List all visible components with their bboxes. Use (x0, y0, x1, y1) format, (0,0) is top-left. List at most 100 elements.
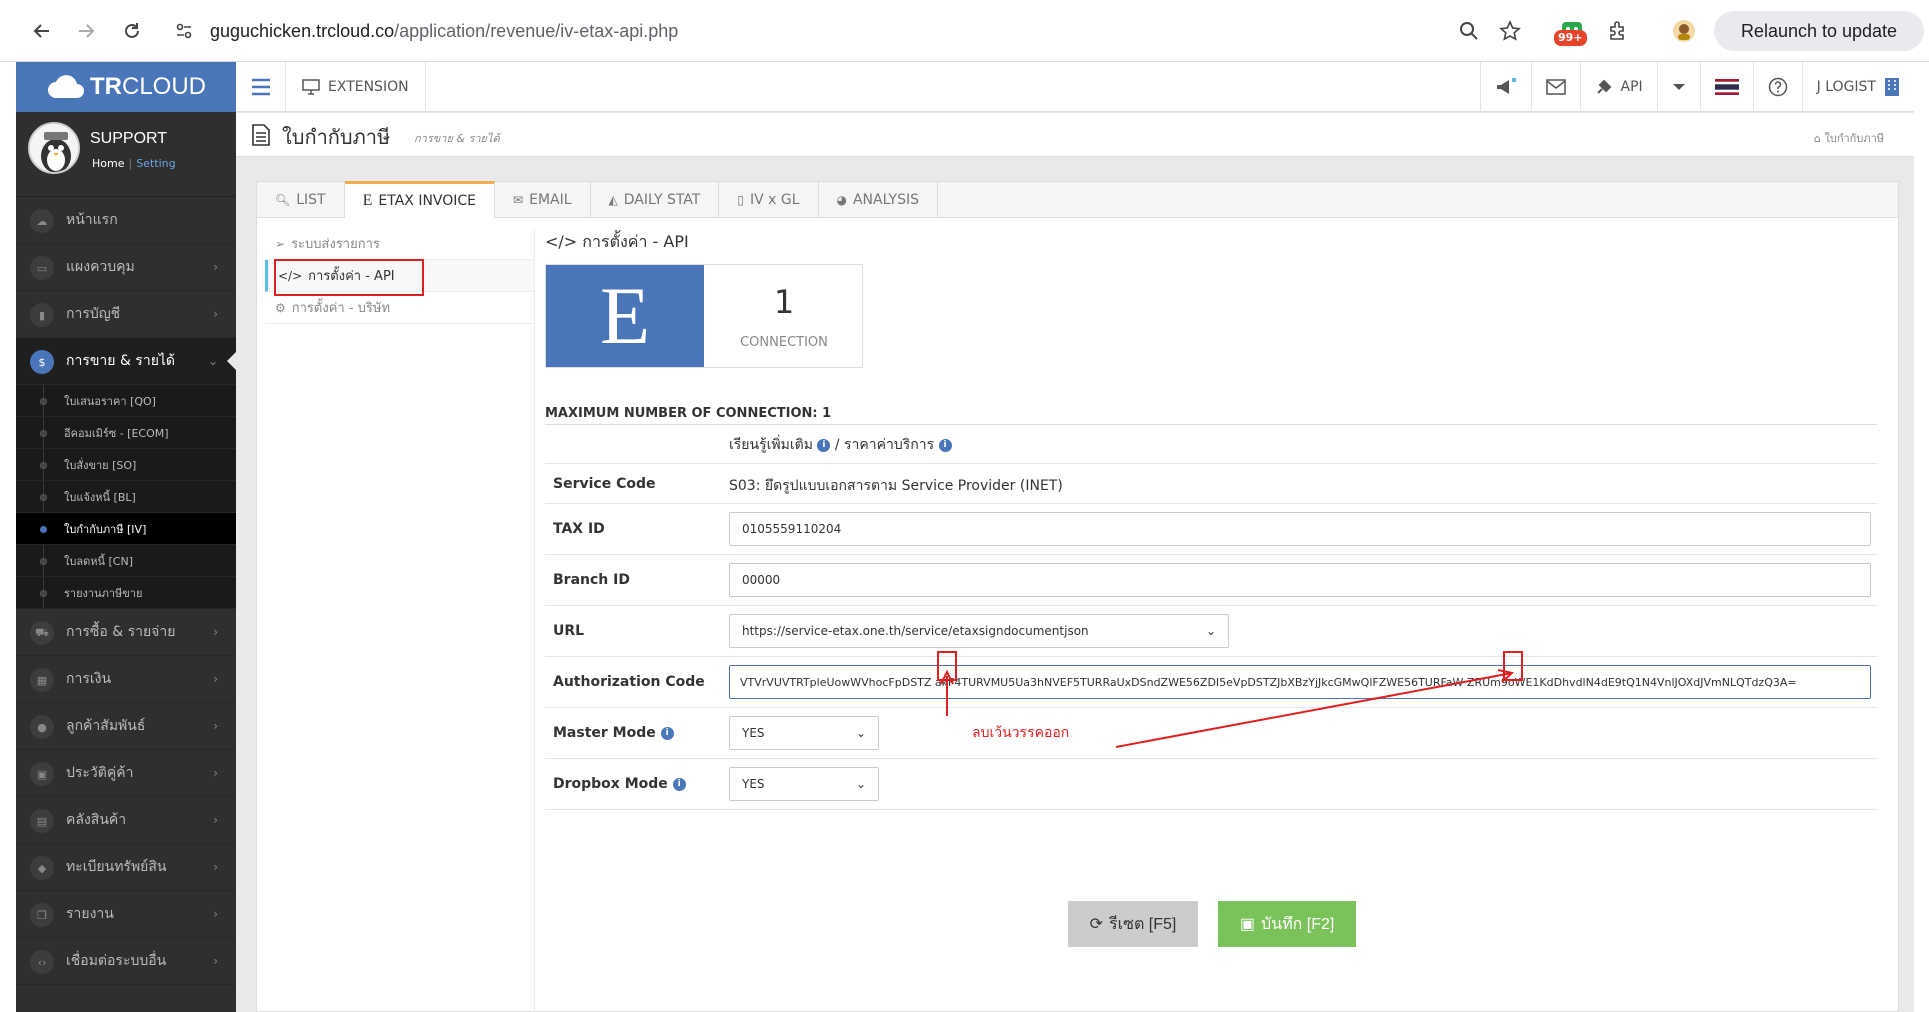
page-header: ใบกำกับภาษี การขาย & รายได้ ⌂ ใบกำกับภาษ… (236, 113, 1914, 157)
address-bar[interactable]: guguchicken.trcloud.co/application/reven… (162, 10, 1522, 52)
tax-id-label: TAX ID (553, 521, 605, 537)
chevron-right-icon: › (213, 860, 218, 874)
chevron-right-icon: › (213, 260, 218, 274)
sidebar-item-sales[interactable]: $ การขาย & รายได้ ⌄ (16, 338, 236, 385)
mail-button[interactable] (1530, 62, 1580, 112)
relaunch-button[interactable]: Relaunch to update (1714, 11, 1924, 51)
dropdown-caret-button[interactable] (1656, 62, 1700, 112)
sidebar-item-partner-history[interactable]: ▣ ประวัติคู่ค้า › (16, 750, 236, 797)
profile-card: SUPPORT Home | Setting (16, 112, 236, 197)
info-icon[interactable]: i (672, 777, 686, 791)
code-icon: </> (278, 268, 303, 283)
chevron-right-icon: › (213, 954, 218, 968)
envelope-icon (1545, 79, 1566, 95)
setting-link[interactable]: Setting (136, 157, 175, 170)
info-icon[interactable]: i (660, 726, 674, 740)
etax-e-icon: E (362, 192, 373, 209)
tab-list[interactable]: 🔍︎ LIST (257, 182, 345, 218)
language-thai-button[interactable] (1699, 62, 1753, 112)
sidebar-item-inventory[interactable]: ▤ คลังสินค้า › (16, 797, 236, 844)
pie-chart-icon: ◕ (836, 193, 847, 207)
sidebar-item-finance[interactable]: ▦ การเงิน › (16, 656, 236, 703)
help-button[interactable] (1752, 62, 1802, 112)
app-frame: TRCLOUD EXTENSION API J LOGIST SUPPORT H… (16, 62, 1914, 1012)
zoom-icon[interactable] (1455, 17, 1483, 45)
page-title: ใบกำกับภาษี (282, 125, 391, 149)
api-button[interactable]: API (1579, 62, 1657, 112)
url-text: guguchicken.trcloud.co/application/reven… (210, 20, 679, 41)
top-bar: EXTENSION API J LOGIST (236, 62, 1914, 112)
announcement-button[interactable] (1479, 62, 1531, 112)
service-code-label: Service Code (553, 476, 656, 492)
dropbox-mode-select[interactable]: YES ⌄ (729, 767, 879, 801)
sidebar-item-assets[interactable]: ◆ ทะเบียนทรัพย์สิน › (16, 844, 236, 891)
extension-badge: 99+ (1554, 30, 1587, 46)
hamburger-menu-icon[interactable] (236, 62, 286, 112)
dollar-icon: $ (30, 350, 54, 374)
forward-icon[interactable] (72, 17, 100, 45)
sidebar-item-home[interactable]: ☁ หน้าแรก (16, 197, 236, 244)
gear-icon: ⚙ (275, 300, 286, 315)
back-icon[interactable] (28, 17, 56, 45)
chevron-right-icon: › (213, 672, 218, 686)
branch-id-input[interactable]: 00000 (729, 563, 1871, 597)
tab-email[interactable]: ✉ EMAIL (495, 182, 591, 218)
avatar[interactable] (28, 122, 80, 174)
profile-separator: | (128, 157, 133, 170)
reset-button[interactable]: ⟳ รีเซต [F5] (1068, 901, 1198, 947)
sidebar-item-crm[interactable]: ● ลูกค้าสัมพันธ์ › (16, 703, 236, 750)
submenu-item-ecommerce[interactable]: อีคอมเมิร์ซ - [ECOM] (16, 417, 236, 449)
tab-etax-invoice[interactable]: E ETAX INVOICE (344, 181, 496, 218)
pricing-link[interactable]: ราคาค่าบริการ (844, 437, 934, 453)
connection-stat-box: E 1 CONNECTION (545, 264, 863, 368)
auth-code-input[interactable]: VTVrVUVTRTpleUowWVhocFpDSTZ akF4TURVMU5U… (729, 665, 1871, 699)
company-button[interactable]: J LOGIST (1801, 62, 1914, 112)
tab-iv-gl[interactable]: ▯ IV x GL (719, 182, 819, 218)
bookmark-star-icon[interactable] (1496, 17, 1524, 45)
calendar-icon: ▦ (30, 668, 54, 692)
sidebar-item-reports[interactable]: ❐ รายงาน › (16, 891, 236, 938)
profile-avatar-icon[interactable] (1670, 17, 1698, 45)
submenu-item-billing[interactable]: ใบแจ้งหนี้ [BL] (16, 481, 236, 513)
learn-more-link[interactable]: เรียนรู้เพิ่มเติม (729, 437, 813, 453)
sidebar-item-accounting[interactable]: ▮ การบัญชี › (16, 291, 236, 338)
code-icon: ‹› (30, 950, 54, 974)
site-settings-icon[interactable] (172, 19, 196, 43)
tax-id-input[interactable]: 0105559110204 (729, 512, 1871, 546)
tab-bar: 🔍︎ LIST E ETAX INVOICE ✉ EMAIL ◭ DAILY STAT … (257, 181, 1898, 218)
info-icon[interactable]: i (938, 438, 952, 452)
submenu-item-sales-order[interactable]: ใบสั่งขาย [SO] (16, 449, 236, 481)
url-row: URL https://service-etax.one.th/service/… (545, 606, 1877, 657)
url-select[interactable]: https://service-etax.one.th/service/etax… (729, 614, 1229, 648)
subnav-api-settings[interactable]: </> การตั้งค่า - API (265, 260, 534, 292)
master-mode-select[interactable]: YES ⌄ (729, 716, 879, 750)
home-link[interactable]: Home (92, 157, 124, 170)
chevron-right-icon: › (213, 719, 218, 733)
reload-icon[interactable] (118, 17, 146, 45)
dropbox-mode-row: Dropbox Mode i YES ⌄ (545, 759, 1877, 810)
building-icon (1885, 78, 1899, 96)
home-icon[interactable]: ⌂ (1814, 132, 1821, 145)
extension-button[interactable]: EXTENSION (286, 62, 426, 112)
sidebar-item-dashboard[interactable]: ▭ แผงควบคุม › (16, 244, 236, 291)
tab-analysis[interactable]: ◕ ANALYSIS (819, 182, 939, 218)
floppy-disk-icon: ▣ (1239, 916, 1256, 933)
trcloud-logo[interactable]: TRCLOUD (16, 62, 236, 112)
left-subnav: ➢ ระบบส่งรายการ </> การตั้งค่า - API ⚙ การต… (265, 228, 535, 1012)
submenu-item-credit-note[interactable]: ใบลดหนี้ [CN] (16, 545, 236, 577)
extensions-puzzle-icon[interactable] (1604, 17, 1632, 45)
sidebar-item-integration[interactable]: ‹› เชื่อมต่อระบบอื่น › (16, 938, 236, 985)
subnav-send-system[interactable]: ➢ ระบบส่งรายการ (265, 228, 534, 260)
monitor-icon: ▭ (30, 256, 54, 280)
save-button[interactable]: ▣ บันทึก [F2] (1218, 901, 1357, 947)
submenu-item-sales-tax-report[interactable]: รายงานภาษีขาย (16, 577, 236, 609)
submenu-item-tax-invoice[interactable]: ใบกำกับภาษี [IV] (16, 513, 236, 545)
info-icon[interactable]: i (817, 438, 831, 452)
profile-name: SUPPORT (90, 130, 168, 147)
sidebar-item-purchase[interactable]: ⛟ การซื้อ & รายจ่าย › (16, 609, 236, 656)
submenu-item-quotation[interactable]: ใบเสนอราคา [QO] (16, 385, 236, 417)
url-label: URL (553, 623, 585, 639)
subnav-company-settings[interactable]: ⚙ การตั้งค่า - บริษัท (265, 292, 534, 324)
tab-daily-stat[interactable]: ◭ DAILY STAT (591, 182, 720, 218)
question-icon (1768, 77, 1787, 97)
